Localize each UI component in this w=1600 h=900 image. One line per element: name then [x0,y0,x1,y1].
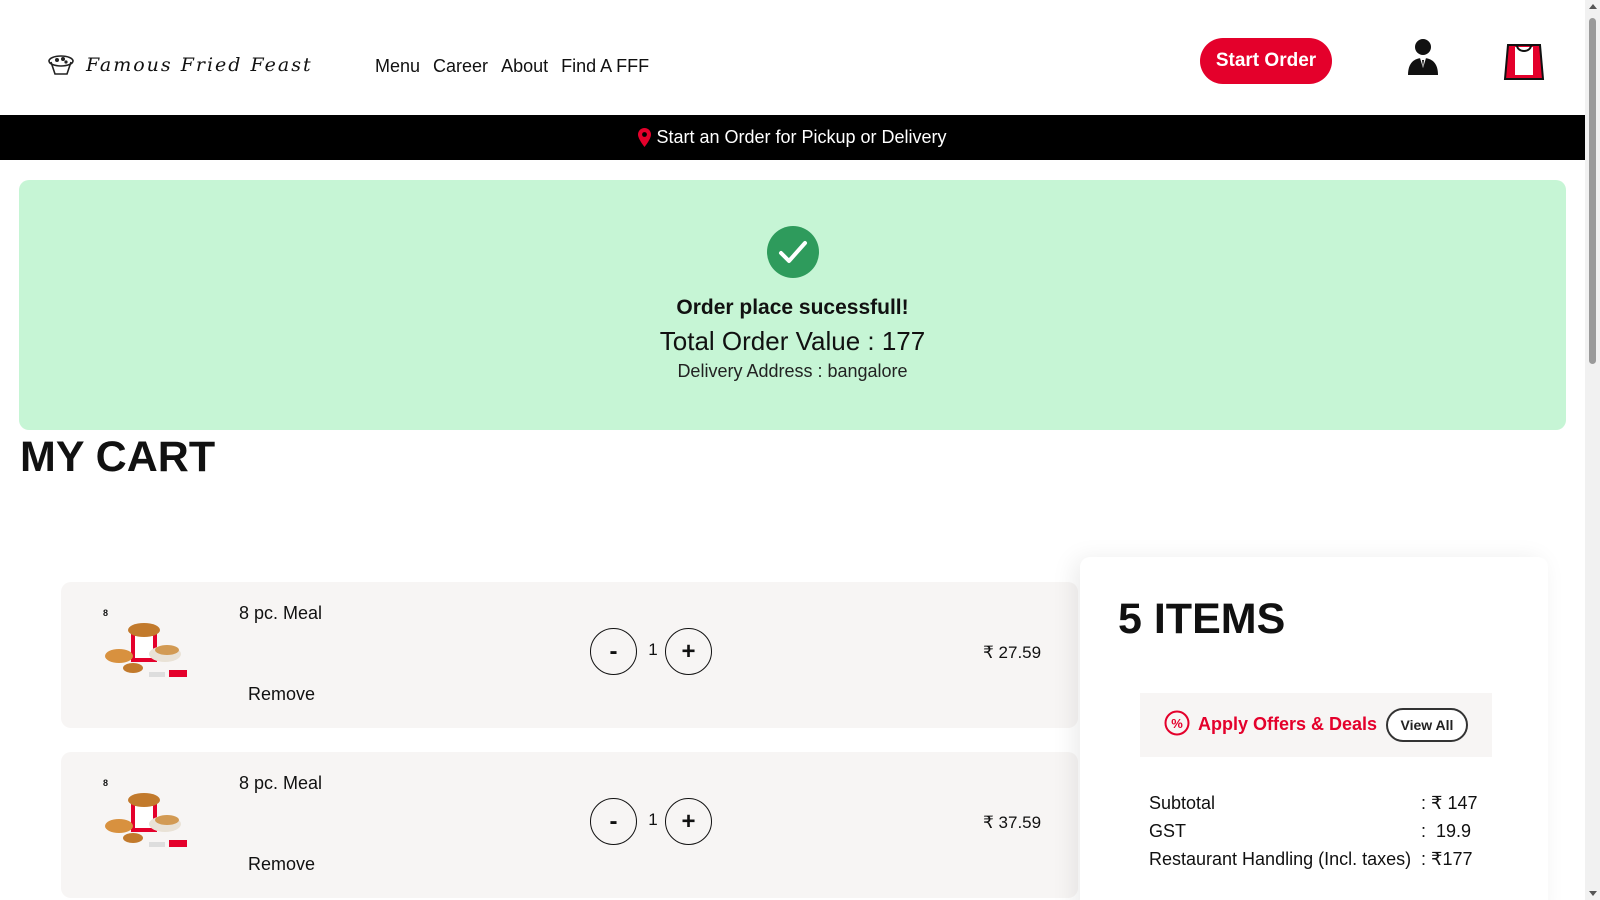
subtotal-label: Subtotal [1149,793,1216,813]
subtotal-value: : ₹ 147 [1421,793,1478,813]
offers-banner[interactable]: % Apply Offers & Deals View All [1140,693,1492,757]
item-name: 8 pc. Meal [239,773,323,793]
meal-image-badge: 8 [103,778,108,788]
offers-label: Apply Offers & Deals [1198,714,1378,734]
order-summary: 5 ITEMS % Apply Offers & Deals View All … [1080,557,1548,900]
decrease-quantity-button[interactable]: - [590,798,637,845]
meal-image: 8 [103,778,187,847]
item-name: 8 pc. Meal [239,603,323,623]
nav-about[interactable]: About [501,56,548,77]
remove-item-button[interactable]: Remove [248,684,315,705]
nav-career[interactable]: Career [433,56,488,77]
item-quantity: 1 [648,810,658,829]
meal-image: 8 [103,608,187,677]
view-all-offers-button[interactable]: View All [1386,708,1468,742]
order-total: Total Order Value : 177 [659,326,926,356]
scroll-thumb[interactable] [1589,18,1596,364]
item-price: ₹ 37.59 [983,813,1042,832]
gst-label: GST [1149,821,1187,841]
order-success-panel: Order place sucessfull! Total Order Valu… [19,180,1566,430]
nav-menu[interactable]: Menu [375,56,420,77]
shopping-bag-icon[interactable] [1503,41,1545,81]
scroll-down-icon[interactable] [1589,891,1597,896]
bucket-logo-icon [48,55,74,75]
discount-icon: % [1164,710,1190,736]
main-nav: Menu Career About Find A FFF [375,56,649,77]
site-header: Famous Fried Feast Menu Career About Fin… [0,0,1585,115]
user-icon[interactable] [1406,38,1440,76]
brand-logo[interactable]: Famous Fried Feast [48,54,313,76]
gst-value: : 19.9 [1421,821,1472,841]
handling-label: Restaurant Handling (Incl. taxes) [1149,849,1412,869]
item-quantity: 1 [648,640,658,659]
cart-item: 8 8 pc. Meal Remove - 1 + ₹ 27.59 [61,582,1078,728]
remove-item-button[interactable]: Remove [248,854,315,875]
start-order-button[interactable]: Start Order [1200,38,1332,84]
cart-item: 8 8 pc. Meal Remove - 1 + ₹ 37.59 [61,752,1078,898]
page-scrollbar[interactable] [1585,0,1600,900]
cart-heading: MY CART [20,433,216,481]
increase-quantity-button[interactable]: + [665,798,712,845]
meal-image-badge: 8 [103,608,108,618]
brand-name: Famous Fried Feast [86,54,313,76]
svg-text:%: % [1171,716,1183,731]
location-pin-icon [638,128,652,147]
increase-quantity-button[interactable]: + [665,628,712,675]
nav-find-a-fff[interactable]: Find A FFF [561,56,649,77]
handling-value: : ₹177 [1421,849,1473,869]
item-price: ₹ 27.59 [983,643,1042,662]
decrease-quantity-button[interactable]: - [590,628,637,675]
delivery-bar-text: Start an Order for Pickup or Delivery [656,127,947,147]
delivery-address: Delivery Address : bangalore [677,361,908,381]
delivery-bar[interactable]: Start an Order for Pickup or Delivery [0,115,1585,160]
check-circle-icon [767,226,819,278]
item-count: 5 ITEMS [1118,595,1286,643]
success-title: Order place sucessfull! [676,296,909,319]
scroll-up-icon[interactable] [1589,4,1597,9]
